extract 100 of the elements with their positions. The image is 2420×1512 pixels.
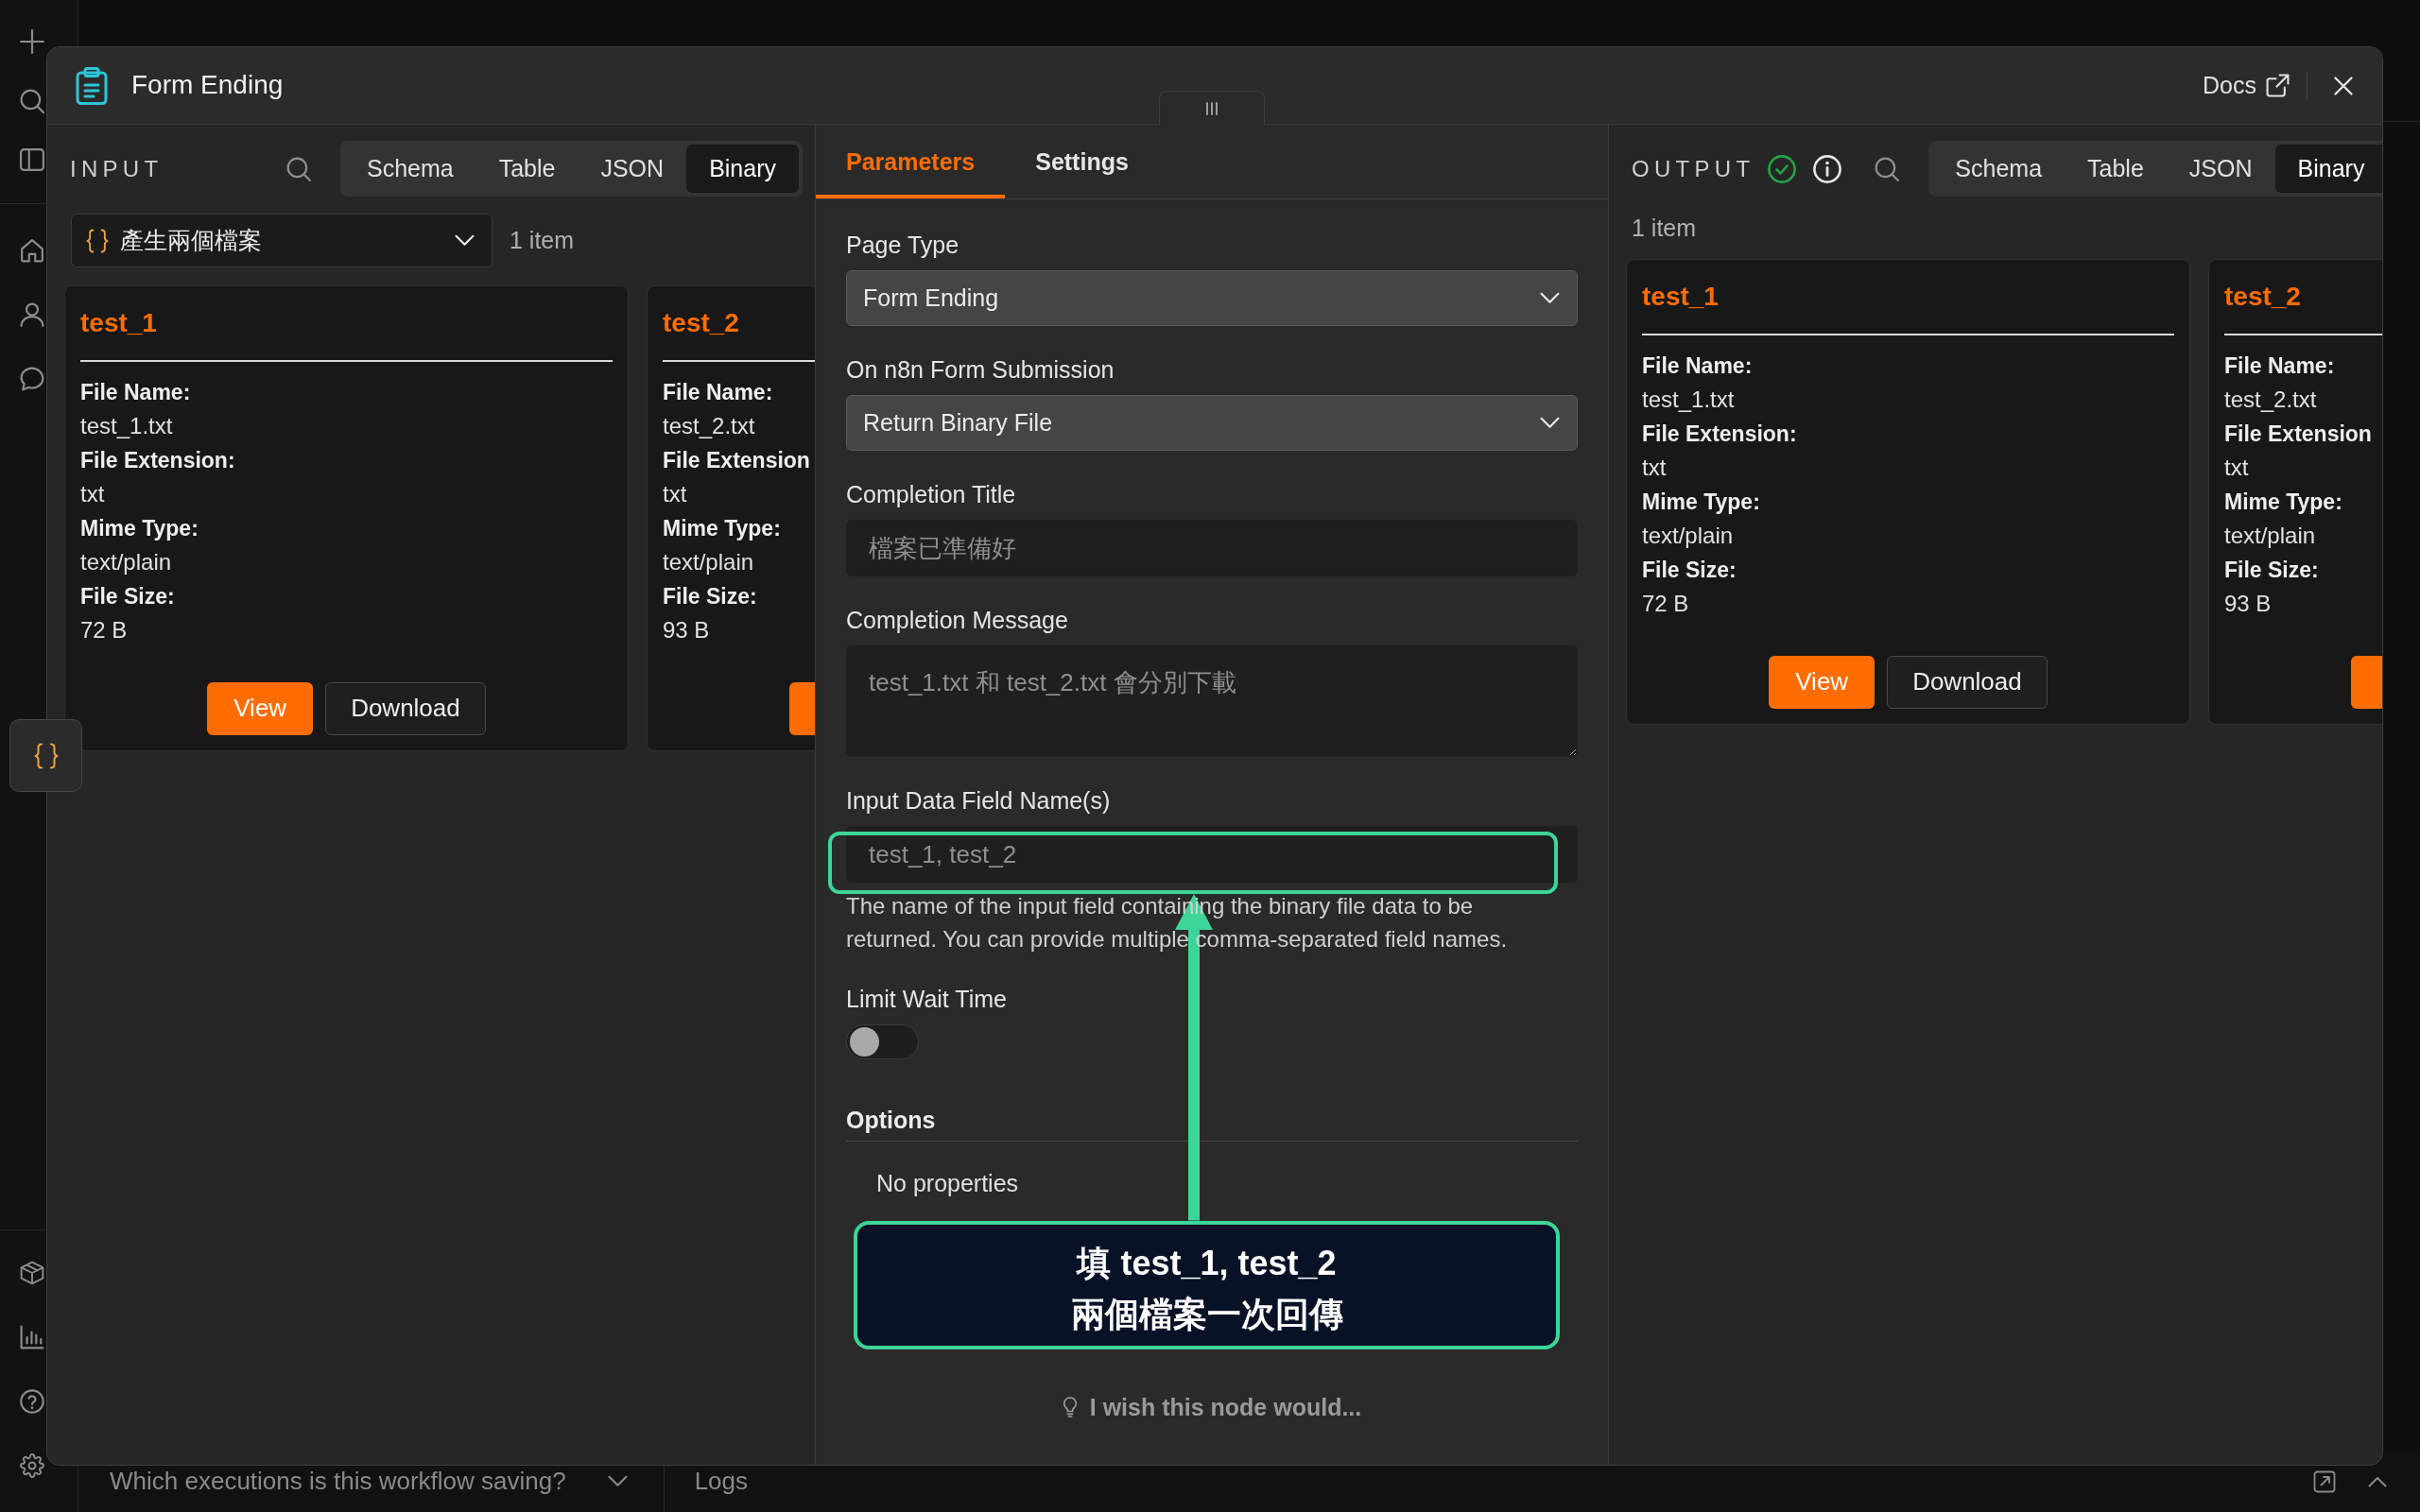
field-value: text/plain bbox=[663, 548, 755, 576]
card-title: test_2 bbox=[2224, 281, 2302, 313]
view-tab[interactable]: JSON bbox=[578, 145, 687, 193]
field-label: File Name: bbox=[663, 379, 774, 406]
view-tab[interactable]: Binary bbox=[686, 145, 799, 193]
field-label: File Size: bbox=[663, 583, 758, 610]
field-value: txt bbox=[2224, 454, 2250, 482]
field-label: Page Type bbox=[846, 231, 960, 260]
settings-icon[interactable] bbox=[20, 1453, 44, 1478]
download-button[interactable]: Download bbox=[325, 682, 486, 735]
editor-tab[interactable]: Settings bbox=[1005, 125, 1159, 198]
editor-tab[interactable]: Parameters bbox=[816, 125, 1006, 198]
field-label: File Extension: bbox=[80, 447, 236, 474]
field-value: test_1.txt bbox=[1642, 386, 1736, 414]
sidebar-panel-icon[interactable] bbox=[20, 148, 44, 171]
card-title: test_1 bbox=[80, 307, 158, 339]
field-value: 72 B bbox=[1642, 590, 1690, 618]
toggle-switch[interactable] bbox=[846, 1024, 919, 1059]
field-label: File Name: bbox=[2224, 352, 2336, 380]
panel-heading: INPUT bbox=[70, 154, 164, 183]
field-label: File Size: bbox=[2224, 557, 2320, 584]
check-circle-icon bbox=[1768, 154, 1797, 183]
chat-bubble-icon[interactable] bbox=[20, 367, 44, 391]
view-tab[interactable]: Binary bbox=[2274, 145, 2382, 193]
panel-heading: OUTPUT bbox=[1632, 154, 1755, 183]
field-value: test_2.txt bbox=[663, 412, 756, 440]
field-label: Mime Type: bbox=[80, 515, 199, 542]
feedback-link[interactable]: I wish this node would... bbox=[1062, 1391, 1362, 1422]
field-label: On n8n Form Submission bbox=[846, 355, 1115, 385]
chevron-up-icon[interactable] bbox=[2368, 1475, 2387, 1487]
field-label: File Extension: bbox=[1642, 421, 1798, 448]
field-label: Mime Type: bbox=[1642, 489, 1761, 516]
field-label: Input Data Field Name(s) bbox=[846, 786, 1112, 816]
docs-link[interactable]: Docs bbox=[2203, 70, 2290, 101]
clipboard-icon bbox=[76, 66, 108, 105]
empty-message: No properties bbox=[876, 1168, 1020, 1198]
text-field[interactable]: 檔案已準備好 bbox=[846, 520, 1578, 576]
field-label: Limit Wait Time bbox=[846, 985, 1008, 1014]
field-value: 93 B bbox=[663, 616, 711, 644]
view-tab[interactable]: Table bbox=[475, 145, 579, 193]
plus-icon[interactable] bbox=[20, 29, 44, 54]
chevron-down-icon bbox=[607, 1475, 628, 1487]
executions-dropdown[interactable]: Which executions is this workflow saving? bbox=[110, 1465, 628, 1498]
search-button[interactable] bbox=[285, 156, 311, 181]
field-label: Mime Type: bbox=[663, 515, 782, 542]
select-field[interactable]: Return Binary File bbox=[846, 395, 1578, 451]
field-label: File Name: bbox=[80, 379, 192, 406]
view-tab[interactable]: Table bbox=[2065, 145, 2167, 193]
section-heading: Options bbox=[846, 1105, 937, 1135]
field-value: 72 B bbox=[80, 616, 129, 644]
field-label: Mime Type: bbox=[2224, 489, 2343, 516]
pop-out-icon[interactable] bbox=[2313, 1469, 2336, 1493]
window-title: Form Ending bbox=[131, 69, 284, 102]
card-title: test_1 bbox=[1642, 281, 1720, 313]
search-icon[interactable] bbox=[20, 89, 44, 113]
field-value: test_2.txt bbox=[2224, 386, 2318, 414]
field-value: text/plain bbox=[1642, 522, 1735, 550]
cube-icon[interactable] bbox=[20, 1261, 44, 1285]
help-icon[interactable] bbox=[20, 1389, 44, 1414]
view-tab[interactable]: Schema bbox=[1932, 145, 2066, 193]
view-tab[interactable]: Schema bbox=[343, 145, 476, 193]
textarea-field[interactable]: test_1.txt 和 test_2.txt 會分別下載 bbox=[846, 645, 1578, 757]
card-title: test_2 bbox=[663, 307, 740, 339]
view-tab[interactable]: JSON bbox=[2166, 145, 2275, 193]
close-icon bbox=[2334, 76, 2353, 95]
field-label: File Name: bbox=[1642, 352, 1754, 380]
search-button[interactable] bbox=[1875, 156, 1900, 181]
field-label: Completion Title bbox=[846, 480, 1017, 509]
chevron-down-icon bbox=[1540, 417, 1560, 429]
download-button[interactable]: Download bbox=[1887, 656, 2048, 709]
field-value: text/plain bbox=[80, 548, 173, 576]
field-value: txt bbox=[80, 480, 106, 508]
text-field[interactable]: test_1, test_2 bbox=[846, 826, 1578, 883]
bar-chart-icon[interactable] bbox=[20, 1325, 44, 1349]
field-value: text/plain bbox=[2224, 522, 2317, 550]
close-button[interactable] bbox=[2334, 76, 2353, 95]
field-label: File Size: bbox=[1642, 557, 1737, 584]
drag-handle[interactable] bbox=[1159, 91, 1265, 126]
grip-icon bbox=[1205, 102, 1219, 115]
field-value: txt bbox=[663, 480, 688, 508]
field-label: File Extension bbox=[2224, 421, 2373, 448]
select-field[interactable]: Form Ending bbox=[846, 270, 1578, 326]
home-icon[interactable] bbox=[20, 238, 44, 263]
node-select[interactable]: 產生兩個檔案 bbox=[71, 214, 493, 267]
code-view-button[interactable] bbox=[9, 719, 82, 792]
user-icon[interactable] bbox=[20, 302, 44, 327]
chevron-down-icon bbox=[1540, 292, 1560, 304]
field-value: txt bbox=[1642, 454, 1668, 482]
field-value: 93 B bbox=[2224, 590, 2273, 618]
logs-tab[interactable]: Logs bbox=[694, 1465, 749, 1498]
braces-icon bbox=[86, 228, 109, 253]
external-link-icon bbox=[2266, 74, 2290, 97]
chevron-down-icon bbox=[455, 234, 475, 247]
info-icon[interactable] bbox=[1813, 154, 1842, 183]
braces-icon bbox=[33, 742, 59, 769]
item-count: 1 item bbox=[510, 226, 575, 256]
field-value: test_1.txt bbox=[80, 412, 174, 440]
item-count: 1 item bbox=[1631, 215, 1698, 241]
search-icon bbox=[1875, 156, 1900, 181]
field-label: File Size: bbox=[80, 583, 176, 610]
